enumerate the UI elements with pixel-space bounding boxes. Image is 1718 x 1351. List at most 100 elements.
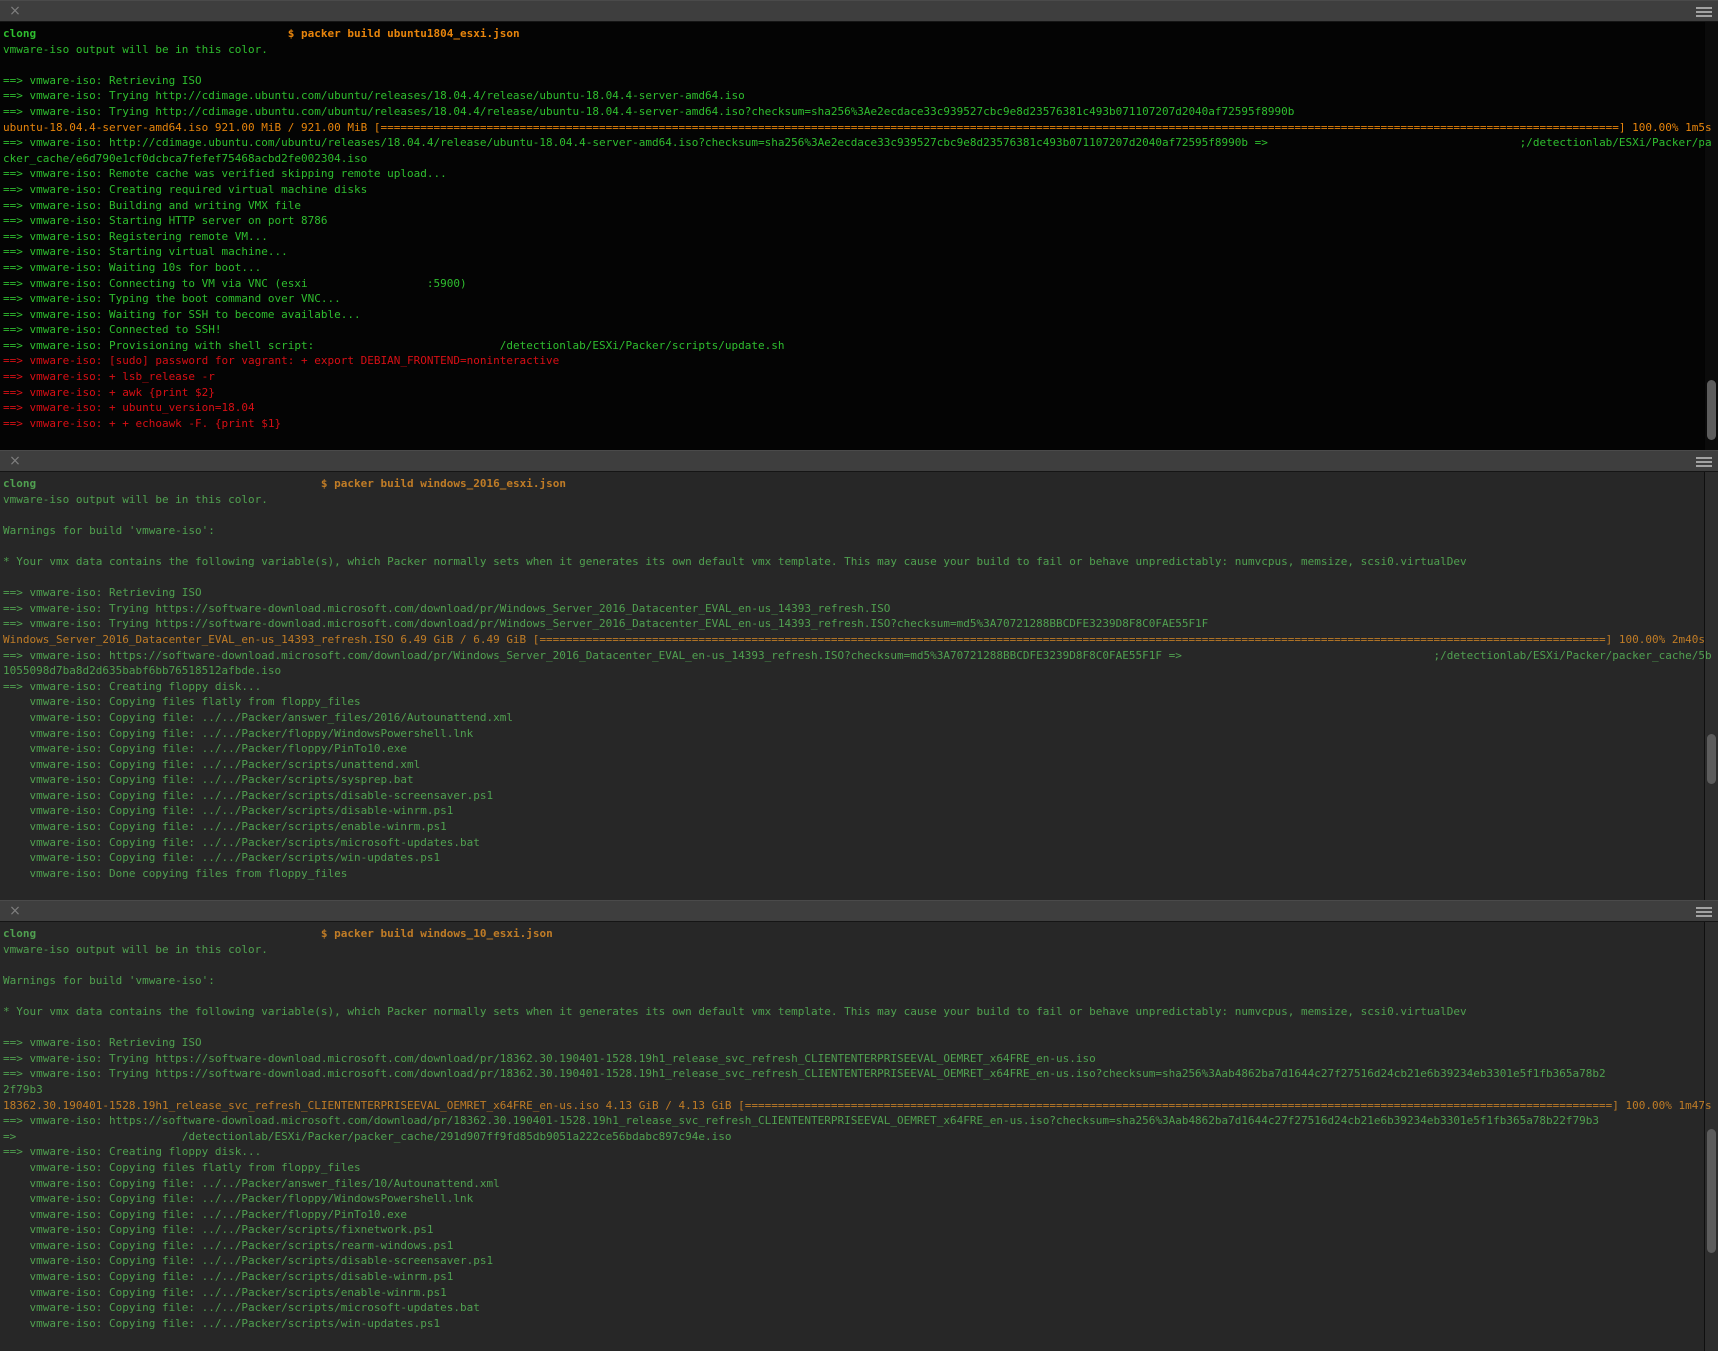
terminal-line: ==> vmware-iso: Starting HTTP server on …: [3, 213, 1718, 229]
hamburger-menu-icon[interactable]: [1696, 907, 1712, 917]
scrollbar-thumb[interactable]: [1707, 734, 1716, 784]
terminal-line: ==> vmware-iso: http://cdimage.ubuntu.co…: [3, 135, 1718, 151]
terminal-line: ==> vmware-iso: Trying https://software-…: [3, 616, 1718, 632]
terminal-line: ==> vmware-iso: Trying https://software-…: [3, 1066, 1718, 1082]
terminal-line: * Your vmx data contains the following v…: [3, 1004, 1718, 1020]
terminal-line: vmware-iso: Copying file: ../../Packer/s…: [3, 772, 1718, 788]
terminal-line: vmware-iso: Copying files flatly from fl…: [3, 694, 1718, 710]
scrollbar-thumb[interactable]: [1707, 380, 1716, 440]
terminal-line: ==> vmware-iso: + + echoawk -F. {print $…: [3, 416, 1718, 432]
terminal-line: vmware-iso: Copying file: ../../Packer/a…: [3, 1176, 1718, 1192]
terminal-line: vmware-iso: Copying file: ../../Packer/s…: [3, 835, 1718, 851]
terminal-line: ==> vmware-iso: https://software-downloa…: [3, 648, 1718, 664]
terminal-line: vmware-iso: Copying file: ../../Packer/s…: [3, 1238, 1718, 1254]
scrollbar[interactable]: [1704, 472, 1718, 900]
terminal-line: ==> vmware-iso: Registering remote VM...: [3, 229, 1718, 245]
terminal-line: ==> vmware-iso: Typing the boot command …: [3, 291, 1718, 307]
terminal-line: vmware-iso: Copying file: ../../Packer/s…: [3, 1285, 1718, 1301]
terminal-line: ==> vmware-iso: Trying https://software-…: [3, 1051, 1718, 1067]
terminal-line: vmware-iso output will be in this color.: [3, 42, 1718, 58]
terminal-line: vmware-iso: Copying file: ../../Packer/s…: [3, 1222, 1718, 1238]
terminal-pane-ubuntu1804: × clong $ packer build ubuntu1804_esxi.j…: [0, 0, 1718, 450]
terminal-line: vmware-iso output will be in this color.: [3, 492, 1718, 508]
terminal-line: clong $ packer build ubuntu1804_esxi.jso…: [3, 26, 1718, 42]
terminal-line: vmware-iso: Copying file: ../../Packer/s…: [3, 1253, 1718, 1269]
terminal-line: ==> vmware-iso: Retrieving ISO: [3, 73, 1718, 89]
terminal-line: ==> vmware-iso: Starting virtual machine…: [3, 244, 1718, 260]
terminal-pane-windows10: × clong $ packer build windows_10_esxi.j…: [0, 900, 1718, 1351]
terminal-line: Windows_Server_2016_Datacenter_EVAL_en-u…: [3, 632, 1718, 648]
terminal-line: ==> vmware-iso: Creating floppy disk...: [3, 679, 1718, 695]
terminal-line: ==> vmware-iso: Waiting 10s for boot...: [3, 260, 1718, 276]
terminal-line: vmware-iso: Copying file: ../../Packer/f…: [3, 1191, 1718, 1207]
terminal-line: clong $ packer build windows_2016_esxi.j…: [3, 476, 1718, 492]
terminal-line: [3, 957, 1718, 973]
scrollbar[interactable]: [1704, 22, 1718, 450]
terminal-line: ==> vmware-iso: Retrieving ISO: [3, 1035, 1718, 1051]
terminal-line: => /detectionlab/ESXi/Packer/packer_cach…: [3, 1129, 1718, 1145]
terminal-line: ==> vmware-iso: Remote cache was verifie…: [3, 166, 1718, 182]
terminal-line: ==> vmware-iso: [sudo] password for vagr…: [3, 353, 1718, 369]
close-icon[interactable]: ×: [7, 903, 23, 919]
terminal-line: ==> vmware-iso: Creating required virtua…: [3, 182, 1718, 198]
terminal-line: Warnings for build 'vmware-iso':: [3, 523, 1718, 539]
terminal-line: vmware-iso: Copying file: ../../Packer/f…: [3, 726, 1718, 742]
terminal-line: vmware-iso: Copying file: ../../Packer/s…: [3, 1316, 1718, 1332]
terminal-line: vmware-iso: Copying file: ../../Packer/s…: [3, 1300, 1718, 1316]
terminal-line: ==> vmware-iso: Trying http://cdimage.ub…: [3, 88, 1718, 104]
scrollbar-thumb[interactable]: [1707, 1129, 1716, 1253]
pane-titlebar: ×: [0, 900, 1718, 922]
terminal-line: ==> vmware-iso: Connected to SSH!: [3, 322, 1718, 338]
terminal-line: vmware-iso: Copying files flatly from fl…: [3, 1160, 1718, 1176]
terminal-line: ==> vmware-iso: + lsb_release -r: [3, 369, 1718, 385]
terminal-line: vmware-iso: Copying file: ../../Packer/s…: [3, 819, 1718, 835]
terminal-line: vmware-iso: Copying file: ../../Packer/f…: [3, 741, 1718, 757]
terminal-line: ==> vmware-iso: Provisioning with shell …: [3, 338, 1718, 354]
terminal-line: ==> vmware-iso: Connecting to VM via VNC…: [3, 276, 1718, 292]
terminal-line: ==> vmware-iso: Trying https://software-…: [3, 601, 1718, 617]
scrollbar[interactable]: [1704, 922, 1718, 1351]
terminal-line: ==> vmware-iso: + ubuntu_version=18.04: [3, 400, 1718, 416]
pane-titlebar: ×: [0, 450, 1718, 472]
terminal-line: vmware-iso: Copying file: ../../Packer/a…: [3, 710, 1718, 726]
terminal-line: [3, 538, 1718, 554]
terminal-line: [3, 507, 1718, 523]
terminal-line: 1055098d7ba8d2d635babf6bb76518512afbde.i…: [3, 663, 1718, 679]
terminal-line: 18362.30.190401-1528.19h1_release_svc_re…: [3, 1098, 1718, 1114]
terminal-line: clong $ packer build windows_10_esxi.jso…: [3, 926, 1718, 942]
terminal-line: cker_cache/e6d790e1cf0dcbca7fefef75468ac…: [3, 151, 1718, 167]
terminal-line: vmware-iso: Copying file: ../../Packer/s…: [3, 788, 1718, 804]
terminal-line: ==> vmware-iso: https://software-downloa…: [3, 1113, 1718, 1129]
terminal-line: ubuntu-18.04.4-server-amd64.iso 921.00 M…: [3, 120, 1718, 136]
hamburger-menu-icon[interactable]: [1696, 7, 1712, 17]
pane-titlebar: ×: [0, 0, 1718, 22]
terminal-output[interactable]: clong $ packer build windows_10_esxi.jso…: [0, 922, 1718, 1351]
close-icon[interactable]: ×: [7, 453, 23, 469]
terminal-output[interactable]: clong $ packer build ubuntu1804_esxi.jso…: [0, 22, 1718, 450]
terminal-line: 2f79b3: [3, 1082, 1718, 1098]
terminal-line: ==> vmware-iso: + awk {print $2}: [3, 385, 1718, 401]
terminal-line: ==> vmware-iso: Building and writing VMX…: [3, 198, 1718, 214]
terminal-line: vmware-iso: Done copying files from flop…: [3, 866, 1718, 882]
terminal-line: [3, 570, 1718, 586]
iterm-window: × clong $ packer build ubuntu1804_esxi.j…: [0, 0, 1718, 1351]
hamburger-menu-icon[interactable]: [1696, 457, 1712, 467]
terminal-line: ==> vmware-iso: Trying http://cdimage.ub…: [3, 104, 1718, 120]
terminal-line: ==> vmware-iso: Waiting for SSH to becom…: [3, 307, 1718, 323]
terminal-line: ==> vmware-iso: Retrieving ISO: [3, 585, 1718, 601]
terminal-line: vmware-iso: Copying file: ../../Packer/s…: [3, 850, 1718, 866]
terminal-line: vmware-iso output will be in this color.: [3, 942, 1718, 958]
terminal-line: [3, 988, 1718, 1004]
terminal-line: vmware-iso: Copying file: ../../Packer/s…: [3, 803, 1718, 819]
terminal-line: [3, 57, 1718, 73]
terminal-output[interactable]: clong $ packer build windows_2016_esxi.j…: [0, 472, 1718, 900]
terminal-line: ==> vmware-iso: Creating floppy disk...: [3, 1144, 1718, 1160]
terminal-line: Warnings for build 'vmware-iso':: [3, 973, 1718, 989]
terminal-line: * Your vmx data contains the following v…: [3, 554, 1718, 570]
terminal-line: vmware-iso: Copying file: ../../Packer/s…: [3, 1269, 1718, 1285]
terminal-line: vmware-iso: Copying file: ../../Packer/f…: [3, 1207, 1718, 1223]
terminal-line: vmware-iso: Copying file: ../../Packer/s…: [3, 757, 1718, 773]
terminal-pane-windows2016: × clong $ packer build windows_2016_esxi…: [0, 450, 1718, 900]
terminal-line: [3, 1020, 1718, 1036]
close-icon[interactable]: ×: [7, 3, 23, 19]
